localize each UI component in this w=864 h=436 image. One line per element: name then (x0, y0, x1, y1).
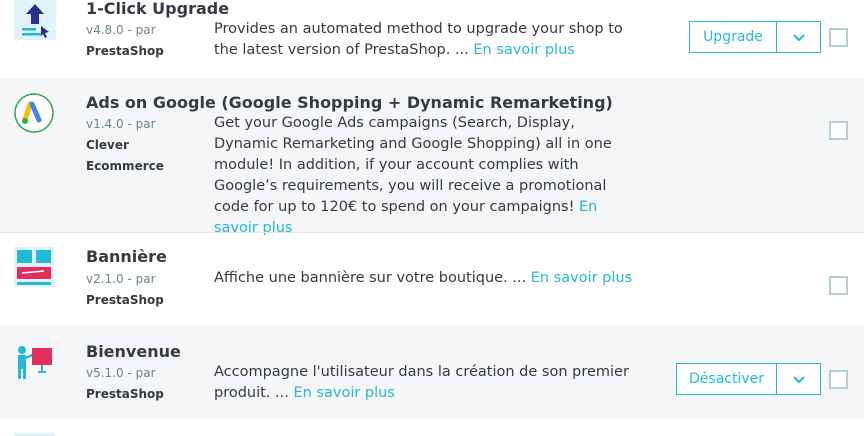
module-version: v2.1.0 - par (86, 272, 156, 286)
description-text: Get your Google Ads campaigns (Search, D… (214, 115, 612, 215)
module-title[interactable]: Bienvenue (86, 342, 181, 361)
deactivate-button[interactable]: Désactiver (676, 363, 777, 395)
description-text: Affiche une bannière sur votre boutique.… (214, 270, 527, 286)
chevron-down-icon (792, 375, 805, 383)
learn-more-link[interactable]: En savoir plus (293, 385, 394, 401)
bulk-select-checkbox[interactable] (829, 370, 848, 389)
banner-icon (14, 247, 56, 289)
module-row-bienvenue: Bienvenue v5.1.0 - par PrestaShop Accomp… (0, 325, 864, 419)
module-version: v5.1.0 - par (86, 366, 156, 380)
chevron-down-icon (792, 33, 805, 41)
bulk-select-checkbox[interactable] (829, 121, 848, 140)
module-title[interactable]: Ads on Google (Google Shopping + Dynamic… (86, 93, 613, 112)
learn-more-link[interactable]: En savoir plus (531, 270, 632, 286)
module-title[interactable]: 1-Click Upgrade (86, 0, 229, 18)
module-description: Affiche une bannière sur votre boutique.… (214, 268, 634, 289)
module-row-next (0, 419, 864, 436)
module-version: v1.4.0 - par (86, 117, 156, 131)
module-description: Provides an automated method to upgrade … (214, 19, 634, 61)
upgrade-arrow-icon (14, 0, 56, 42)
welcome-presenter-icon (14, 342, 56, 384)
description-text: Accompagne l'utilisateur dans la créatio… (214, 364, 629, 401)
learn-more-link[interactable]: En savoir plus (473, 42, 574, 58)
module-row-ads-on-google: Ads on Google (Google Shopping + Dynamic… (0, 78, 864, 236)
module-author: PrestaShop (86, 44, 164, 58)
module-row-1click-upgrade: 1-Click Upgrade v4.8.0 - par PrestaShop … (0, 0, 864, 78)
actions-dropdown-toggle[interactable] (776, 363, 821, 395)
module-row-banniere: Bannière v2.1.0 - par PrestaShop Affiche… (0, 233, 864, 325)
actions-dropdown-toggle[interactable] (776, 21, 821, 53)
module-author: Clever (86, 138, 129, 152)
bulk-select-checkbox[interactable] (829, 28, 848, 47)
upgrade-button[interactable]: Upgrade (689, 21, 777, 53)
module-version: v4.8.0 - par (86, 23, 156, 37)
module-author: PrestaShop (86, 387, 164, 401)
google-ads-icon (14, 93, 56, 135)
module-author: PrestaShop (86, 293, 164, 307)
module-author-line2: Ecommerce (86, 159, 164, 173)
module-description: Accompagne l'utilisateur dans la créatio… (214, 362, 634, 404)
module-title[interactable]: Bannière (86, 247, 167, 266)
bulk-select-checkbox[interactable] (829, 276, 848, 295)
module-description: Get your Google Ads campaigns (Search, D… (214, 113, 618, 239)
